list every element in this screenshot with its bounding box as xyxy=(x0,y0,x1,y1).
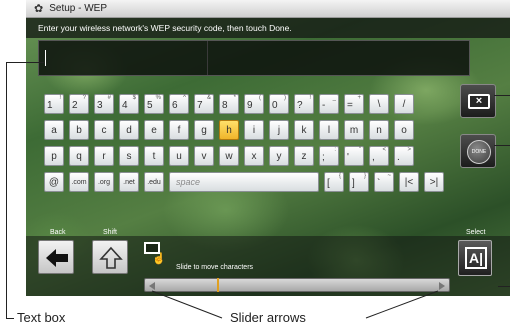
text-box-callout: Text box xyxy=(17,310,66,325)
slider-arrows-callout-lines xyxy=(151,290,439,319)
slider-arrows-callout: Slider arrows xyxy=(230,310,306,325)
